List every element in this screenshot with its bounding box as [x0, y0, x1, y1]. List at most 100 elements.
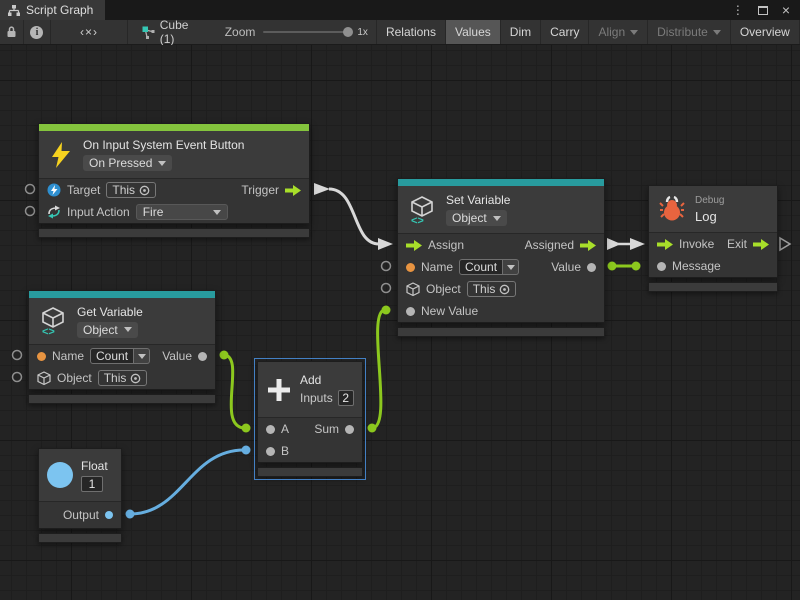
tab-bar-spacer	[105, 0, 731, 20]
inputs-count-field[interactable]: 2	[338, 390, 354, 406]
variable-scope-dropdown[interactable]: Object	[446, 210, 507, 226]
target-this-chip[interactable]: This	[106, 182, 156, 198]
maximize-icon[interactable]	[758, 6, 768, 15]
port-b-input[interactable]	[266, 447, 275, 456]
row-output: Output	[39, 502, 121, 528]
variable-name-dropdown[interactable]: Count	[90, 348, 150, 364]
event-mode-dropdown[interactable]: On Pressed	[83, 155, 172, 171]
variable-cube-icon: <>	[39, 306, 67, 336]
wire-getvalue-to-add-a[interactable]	[220, 351, 251, 433]
port-setvar-name-unconnected[interactable]	[382, 262, 391, 271]
wire-float-to-add-b[interactable]	[126, 446, 251, 519]
port-trigger-output[interactable]	[285, 185, 301, 196]
event-accent-strip	[39, 124, 309, 131]
port-setvar-object-unconnected[interactable]	[382, 284, 391, 293]
port-assign-input[interactable]	[406, 240, 422, 251]
a-label: A	[281, 422, 289, 436]
port-getvar-object-unconnected[interactable]	[13, 373, 22, 382]
wire-value-to-message[interactable]	[608, 262, 641, 271]
overview-button[interactable]: Overview	[731, 20, 800, 44]
port-name-input[interactable]	[406, 263, 415, 272]
port-sum-output[interactable]	[345, 425, 354, 434]
node-footer	[397, 327, 605, 337]
distribute-button[interactable]: Distribute	[648, 20, 731, 44]
inspect-button[interactable]: i	[24, 20, 51, 44]
variable-scope-dropdown[interactable]: Object	[77, 322, 138, 338]
relations-button[interactable]: Relations	[377, 20, 446, 44]
row-object: Object This	[398, 278, 604, 300]
port-exit-output[interactable]	[753, 239, 769, 250]
wire-trigger-to-assign[interactable]	[314, 183, 393, 250]
cube-icon	[406, 282, 420, 297]
zoom-slider-handle[interactable]	[343, 27, 353, 37]
values-button[interactable]: Values	[446, 20, 501, 44]
row-input-action: Input Action Fire	[39, 201, 309, 223]
zoom-slider[interactable]	[263, 31, 349, 33]
assigned-label: Assigned	[525, 238, 574, 252]
node-debug-log[interactable]: Debug Log Invoke Exit	[648, 185, 778, 292]
node-footer	[648, 282, 778, 292]
align-button[interactable]: Align	[589, 20, 648, 44]
node-category: Debug	[695, 195, 724, 206]
chevron-down-icon	[630, 30, 638, 35]
float-value-field[interactable]: 1	[81, 476, 103, 492]
node-add[interactable]: Add Inputs 2 A Sum B	[257, 361, 363, 477]
port-value-output[interactable]	[198, 352, 207, 361]
graph-canvas[interactable]: On Input System Event Button On Pressed …	[0, 45, 800, 600]
graph-target-breadcrumb[interactable]: Cube (1)	[128, 20, 211, 44]
preview-code-button[interactable]: ‹×›	[51, 20, 128, 44]
object-this-chip[interactable]: This	[467, 281, 517, 297]
chevron-down-icon	[713, 30, 721, 35]
port-event-target-unconnected[interactable]	[26, 185, 35, 194]
chevron-down-icon	[138, 354, 146, 359]
node-title: Float	[81, 459, 108, 473]
row-name: Name Count Value	[398, 256, 604, 278]
node-footer	[28, 394, 216, 404]
target-icon	[499, 284, 510, 295]
port-a-input[interactable]	[266, 425, 275, 434]
chevron-down-button[interactable]	[503, 259, 519, 275]
variable-name-dropdown[interactable]: Count	[459, 259, 519, 275]
row-message: Message	[649, 255, 777, 277]
close-icon[interactable]: ×	[782, 3, 790, 17]
lock-button[interactable]	[0, 20, 24, 44]
port-message-input[interactable]	[657, 262, 666, 271]
port-output[interactable]	[105, 511, 113, 519]
input-action-label: Input Action	[67, 205, 130, 219]
input-action-dropdown[interactable]: Fire	[136, 204, 228, 220]
port-event-action-unconnected[interactable]	[26, 207, 35, 216]
dim-button[interactable]: Dim	[501, 20, 541, 44]
tab-script-graph[interactable]: Script Graph	[0, 0, 105, 20]
port-assigned-output[interactable]	[580, 240, 596, 251]
inputs-label: Inputs	[300, 391, 333, 405]
window-menu-icon[interactable]: ⋮	[732, 3, 744, 17]
plus-icon	[266, 377, 292, 403]
node-get-variable[interactable]: <> Get Variable Object Name Count	[28, 290, 216, 404]
name-label: Name	[52, 349, 84, 363]
port-new-value-input[interactable]	[406, 307, 415, 316]
b-label: B	[281, 444, 289, 458]
name-label: Name	[421, 260, 453, 274]
carry-button[interactable]: Carry	[541, 20, 589, 44]
node-set-variable[interactable]: <> Set Variable Object Assign	[397, 178, 605, 337]
exit-label: Exit	[727, 237, 747, 251]
chevron-down-button[interactable]	[134, 348, 150, 364]
output-label: Output	[63, 508, 99, 522]
port-getvar-name-unconnected[interactable]	[13, 351, 22, 360]
node-footer	[257, 467, 363, 477]
zoom-control: Zoom 1x	[211, 20, 376, 44]
wire-assigned-to-invoke[interactable]	[607, 238, 645, 250]
port-debug-exit-unconnected[interactable]	[780, 238, 790, 250]
port-invoke-input[interactable]	[657, 239, 673, 250]
new-value-label: New Value	[421, 304, 478, 318]
object-this-chip[interactable]: This	[98, 370, 148, 386]
wire-sum-to-newvalue[interactable]	[368, 306, 391, 433]
node-float[interactable]: Float 1 Output	[38, 448, 122, 543]
tab-bar: Script Graph ⋮ ×	[0, 0, 800, 20]
node-title: Log	[695, 209, 717, 224]
port-name-input[interactable]	[37, 352, 46, 361]
tab-title: Script Graph	[26, 3, 93, 17]
node-on-input-system-event-button[interactable]: On Input System Event Button On Pressed …	[38, 123, 310, 238]
graph-toolbar: i ‹×› Cube (1) Zoom	[0, 20, 800, 45]
port-value-output[interactable]	[587, 263, 596, 272]
